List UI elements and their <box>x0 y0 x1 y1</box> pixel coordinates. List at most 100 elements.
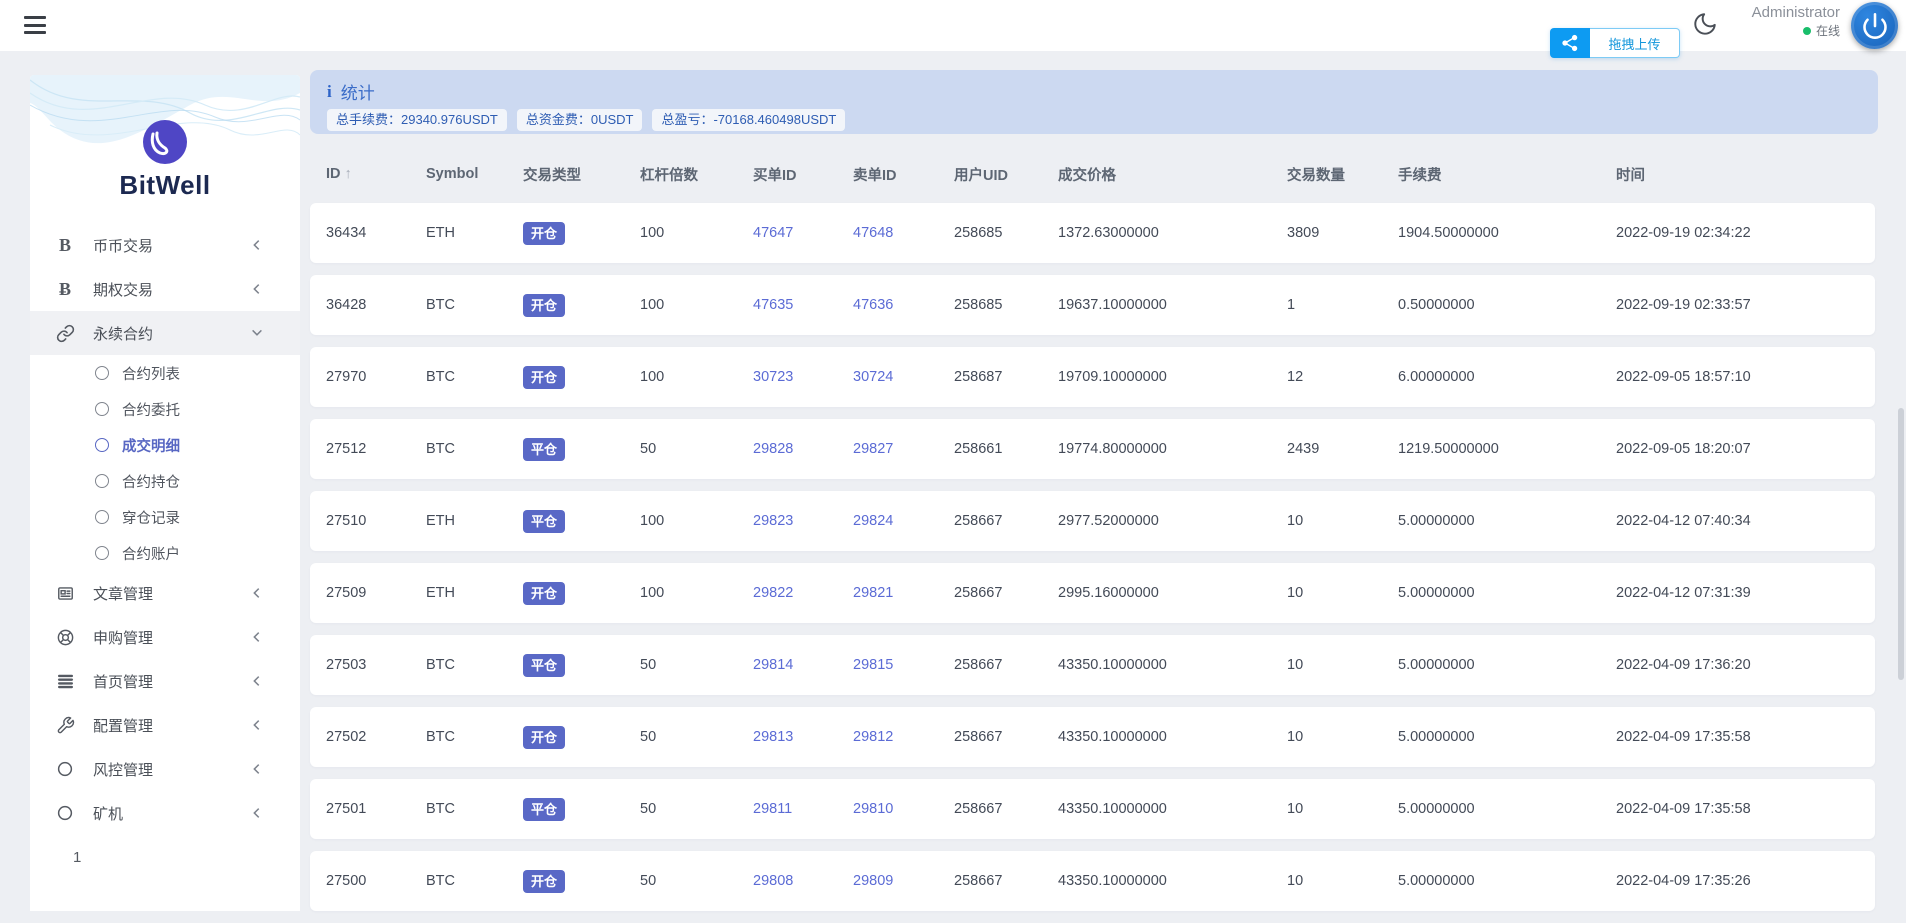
cell-buy-id-link[interactable]: 47647 <box>753 225 853 241</box>
dark-mode-moon-icon[interactable] <box>1692 11 1718 37</box>
cell-user-uid: 258667 <box>954 801 1058 817</box>
column-header-sell-id: 卖单ID <box>853 164 954 185</box>
cell-symbol: ETH <box>426 513 523 529</box>
sidebar-item-config-management[interactable]: 配置管理 <box>30 703 300 747</box>
cell-leverage: 50 <box>640 729 753 745</box>
cell-amount: 12 <box>1287 369 1398 385</box>
lifebuoy-icon <box>55 627 75 647</box>
cell-id: 27509 <box>326 585 426 601</box>
user-name: Administrator <box>1752 4 1840 22</box>
cell-time: 2022-09-05 18:57:10 <box>1616 369 1859 385</box>
cell-trade-type: 开仓 <box>523 222 640 245</box>
table-row: 27502 BTC 开仓 50 29813 29812 258667 43350… <box>310 707 1875 767</box>
sidebar-item-perpetual-contract[interactable]: 永续合约 <box>30 311 300 355</box>
cell-user-uid: 258685 <box>954 297 1058 313</box>
power-icon <box>1861 12 1889 40</box>
cell-user-uid: 258687 <box>954 369 1058 385</box>
sidebar-item-option-trade[interactable]: Ƀ 期权交易 <box>30 267 300 311</box>
sidebar-item-label: 矿机 <box>93 803 123 824</box>
cell-sell-id-link[interactable]: 47636 <box>853 297 954 313</box>
circle-bullet-icon <box>95 402 109 416</box>
cell-amount: 10 <box>1287 801 1398 817</box>
cell-buy-id-link[interactable]: 29814 <box>753 657 853 673</box>
column-header-time: 时间 <box>1616 164 1859 185</box>
cell-sell-id-link[interactable]: 47648 <box>853 225 954 241</box>
cell-amount: 10 <box>1287 513 1398 529</box>
sidebar-item-article-management[interactable]: 文章管理 <box>30 571 300 615</box>
table-row: 27503 BTC 平仓 50 29814 29815 258667 43350… <box>310 635 1875 695</box>
cell-sell-id-link[interactable]: 29812 <box>853 729 954 745</box>
cell-buy-id-link[interactable]: 29808 <box>753 873 853 889</box>
cell-fee: 5.00000000 <box>1398 513 1616 529</box>
cell-trade-type: 开仓 <box>523 294 640 317</box>
cell-amount: 2439 <box>1287 441 1398 457</box>
column-header-id[interactable]: ID↑ <box>326 166 426 182</box>
sidebar-subitem-contract-list[interactable]: 合约列表 <box>30 355 300 391</box>
cell-sell-id-link[interactable]: 29827 <box>853 441 954 457</box>
cell-buy-id-link[interactable]: 47635 <box>753 297 853 313</box>
table-row: 27501 BTC 平仓 50 29811 29810 258667 43350… <box>310 779 1875 839</box>
sidebar-subitem-liquidation-records[interactable]: 穿仓记录 <box>30 499 300 535</box>
cell-fee: 5.00000000 <box>1398 657 1616 673</box>
cell-trade-type: 开仓 <box>523 582 640 605</box>
sidebar-item-coin-trade[interactable]: B 币币交易 <box>30 223 300 267</box>
cell-sell-id-link[interactable]: 29815 <box>853 657 954 673</box>
cell-id: 27502 <box>326 729 426 745</box>
cell-buy-id-link[interactable]: 29828 <box>753 441 853 457</box>
cell-symbol: BTC <box>426 297 523 313</box>
sidebar-item-risk-management[interactable]: 风控管理 <box>30 747 300 791</box>
drag-upload-button[interactable]: 拖拽上传 <box>1590 28 1680 58</box>
circle-icon <box>55 803 75 823</box>
column-header-amount: 交易数量 <box>1287 164 1398 185</box>
sidebar-item-mining-machine[interactable]: 矿机 <box>30 791 300 835</box>
trade-type-badge: 开仓 <box>523 366 565 389</box>
cell-trade-type: 开仓 <box>523 726 640 749</box>
cell-time: 2022-04-09 17:35:58 <box>1616 801 1859 817</box>
sidebar-item-homepage-management[interactable]: 首页管理 <box>30 659 300 703</box>
cell-trade-type: 平仓 <box>523 510 640 533</box>
sidebar-subitem-contract-positions[interactable]: 合约持仓 <box>30 463 300 499</box>
table-row: 27510 ETH 平仓 100 29823 29824 258667 2977… <box>310 491 1875 551</box>
cell-time: 2022-04-09 17:36:20 <box>1616 657 1859 673</box>
cell-leverage: 100 <box>640 513 753 529</box>
sidebar-item-subscription-management[interactable]: 申购管理 <box>30 615 300 659</box>
cell-amount: 10 <box>1287 585 1398 601</box>
cell-id: 27501 <box>326 801 426 817</box>
cell-buy-id-link[interactable]: 29823 <box>753 513 853 529</box>
cell-price: 43350.10000000 <box>1058 801 1287 817</box>
cell-buy-id-link[interactable]: 29822 <box>753 585 853 601</box>
sidebar-subitem-contract-orders[interactable]: 合约委托 <box>30 391 300 427</box>
cell-sell-id-link[interactable]: 29821 <box>853 585 954 601</box>
cell-price: 2995.16000000 <box>1058 585 1287 601</box>
cell-amount: 3809 <box>1287 225 1398 241</box>
cell-price: 19709.10000000 <box>1058 369 1287 385</box>
trade-type-badge: 平仓 <box>523 438 565 461</box>
cell-fee: 5.00000000 <box>1398 585 1616 601</box>
cell-sell-id-link[interactable]: 29824 <box>853 513 954 529</box>
cell-buy-id-link[interactable]: 29811 <box>753 801 853 817</box>
cell-buy-id-link[interactable]: 30723 <box>753 369 853 385</box>
sidebar-item-label: 申购管理 <box>93 627 153 648</box>
trade-type-badge: 开仓 <box>523 582 565 605</box>
hamburger-menu-icon[interactable] <box>24 16 46 34</box>
cell-sell-id-link[interactable]: 29809 <box>853 873 954 889</box>
cell-amount: 10 <box>1287 873 1398 889</box>
cell-sell-id-link[interactable]: 29810 <box>853 801 954 817</box>
cell-id: 27512 <box>326 441 426 457</box>
trade-type-badge: 开仓 <box>523 294 565 317</box>
sidebar-subitem-trade-details[interactable]: 成交明细 <box>30 427 300 463</box>
sidebar-subitem-label: 合约账户 <box>122 543 180 564</box>
scrollbar-thumb[interactable] <box>1898 408 1904 680</box>
sidebar-subitem-contract-accounts[interactable]: 合约账户 <box>30 535 300 571</box>
b-letter-icon: B <box>55 235 75 255</box>
stats-panel: i 统计 总手续费：29340.976USDT 总资金费：0USDT 总盈亏：-… <box>310 70 1878 134</box>
cell-symbol: BTC <box>426 801 523 817</box>
cell-buy-id-link[interactable]: 29813 <box>753 729 853 745</box>
cell-sell-id-link[interactable]: 30724 <box>853 369 954 385</box>
avatar[interactable] <box>1851 2 1898 49</box>
drag-upload-widget[interactable]: 拖拽上传 <box>1550 28 1680 58</box>
cell-time: 2022-09-05 18:20:07 <box>1616 441 1859 457</box>
cell-price: 43350.10000000 <box>1058 657 1287 673</box>
cell-time: 2022-09-19 02:34:22 <box>1616 225 1859 241</box>
cell-symbol: BTC <box>426 657 523 673</box>
